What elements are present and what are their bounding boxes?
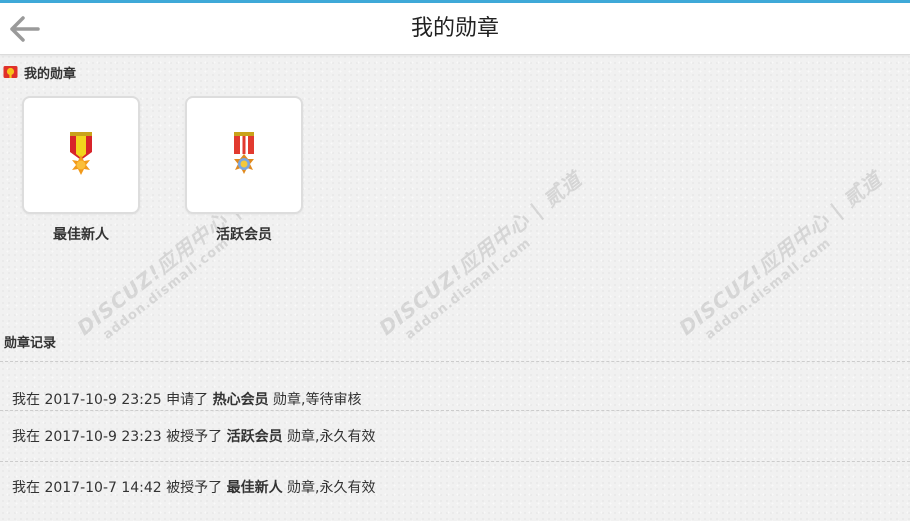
record-medal-name: 热心会员: [212, 392, 269, 408]
medal-name: 最佳新人: [53, 227, 109, 243]
record-text: 勋章,永久有效: [282, 480, 376, 496]
page-title: 我的勋章: [410, 16, 499, 41]
list-item: 我在 2017-10-7 14:42 被授予了 最佳新人 勋章,永久有效: [0, 461, 910, 521]
medal-image-box: [22, 96, 140, 214]
medal-card-active-member[interactable]: 活跃会员: [185, 96, 303, 244]
app-header: 我的勋章: [0, 3, 910, 55]
record-text: 勋章,等待审核: [268, 392, 362, 408]
medal-name: 活跃会员: [216, 227, 272, 243]
record-text: 我在 2017-10-9 23:25 申请了: [12, 392, 213, 408]
record-text: 我在 2017-10-7 14:42 被授予了: [12, 480, 227, 496]
records-title: 勋章记录: [4, 336, 57, 351]
record-medal-name: 最佳新人: [226, 480, 283, 496]
watermark: DISCUZ!应用中心 | 贰道 addon.dismall.com: [374, 167, 587, 343]
medal-card-best-newcomer[interactable]: 最佳新人: [22, 96, 140, 244]
records-list: 我在 2017-10-9 23:25 申请了 热心会员 勋章,等待审核 我在 2…: [0, 361, 910, 521]
section-header-my-medals: 我的勋章: [3, 63, 77, 82]
section-title: 我的勋章: [24, 66, 77, 82]
medal-section-icon: [3, 65, 18, 78]
record-medal-name: 活跃会员: [226, 429, 283, 445]
watermark: DISCUZ!应用中心 | 贰道 addon.dismall.com: [674, 167, 887, 343]
record-text: 勋章,永久有效: [282, 429, 376, 445]
record-text: 我在 2017-10-9 23:23 被授予了: [12, 429, 227, 445]
medal-gold-star-icon: [70, 132, 92, 175]
medal-image-box: [185, 96, 303, 214]
medal-red-ribbon-icon: [234, 132, 254, 174]
list-item: 我在 2017-10-9 23:23 被授予了 活跃会员 勋章,永久有效: [0, 410, 910, 461]
list-item: 我在 2017-10-9 23:25 申请了 热心会员 勋章,等待审核: [0, 361, 910, 410]
